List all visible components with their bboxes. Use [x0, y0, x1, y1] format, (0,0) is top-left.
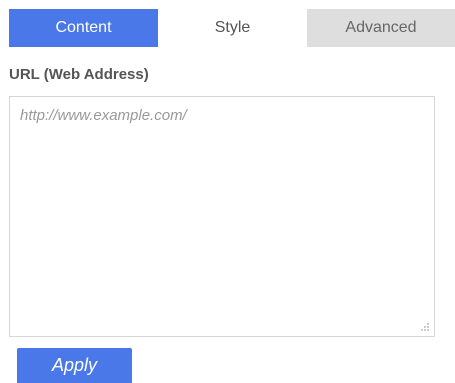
tab-bar: Content Style Advanced [9, 9, 455, 47]
tab-content[interactable]: Content [9, 9, 158, 47]
tab-advanced[interactable]: Advanced [307, 9, 455, 47]
url-settings-panel: Content Style Advanced URL (Web Address)… [0, 0, 455, 383]
url-input[interactable] [10, 97, 434, 336]
apply-button[interactable]: Apply [17, 348, 132, 383]
tab-style[interactable]: Style [158, 9, 307, 47]
resize-grip-icon[interactable] [420, 322, 430, 332]
url-field-label: URL (Web Address) [9, 66, 149, 83]
url-textarea-container [9, 96, 435, 337]
